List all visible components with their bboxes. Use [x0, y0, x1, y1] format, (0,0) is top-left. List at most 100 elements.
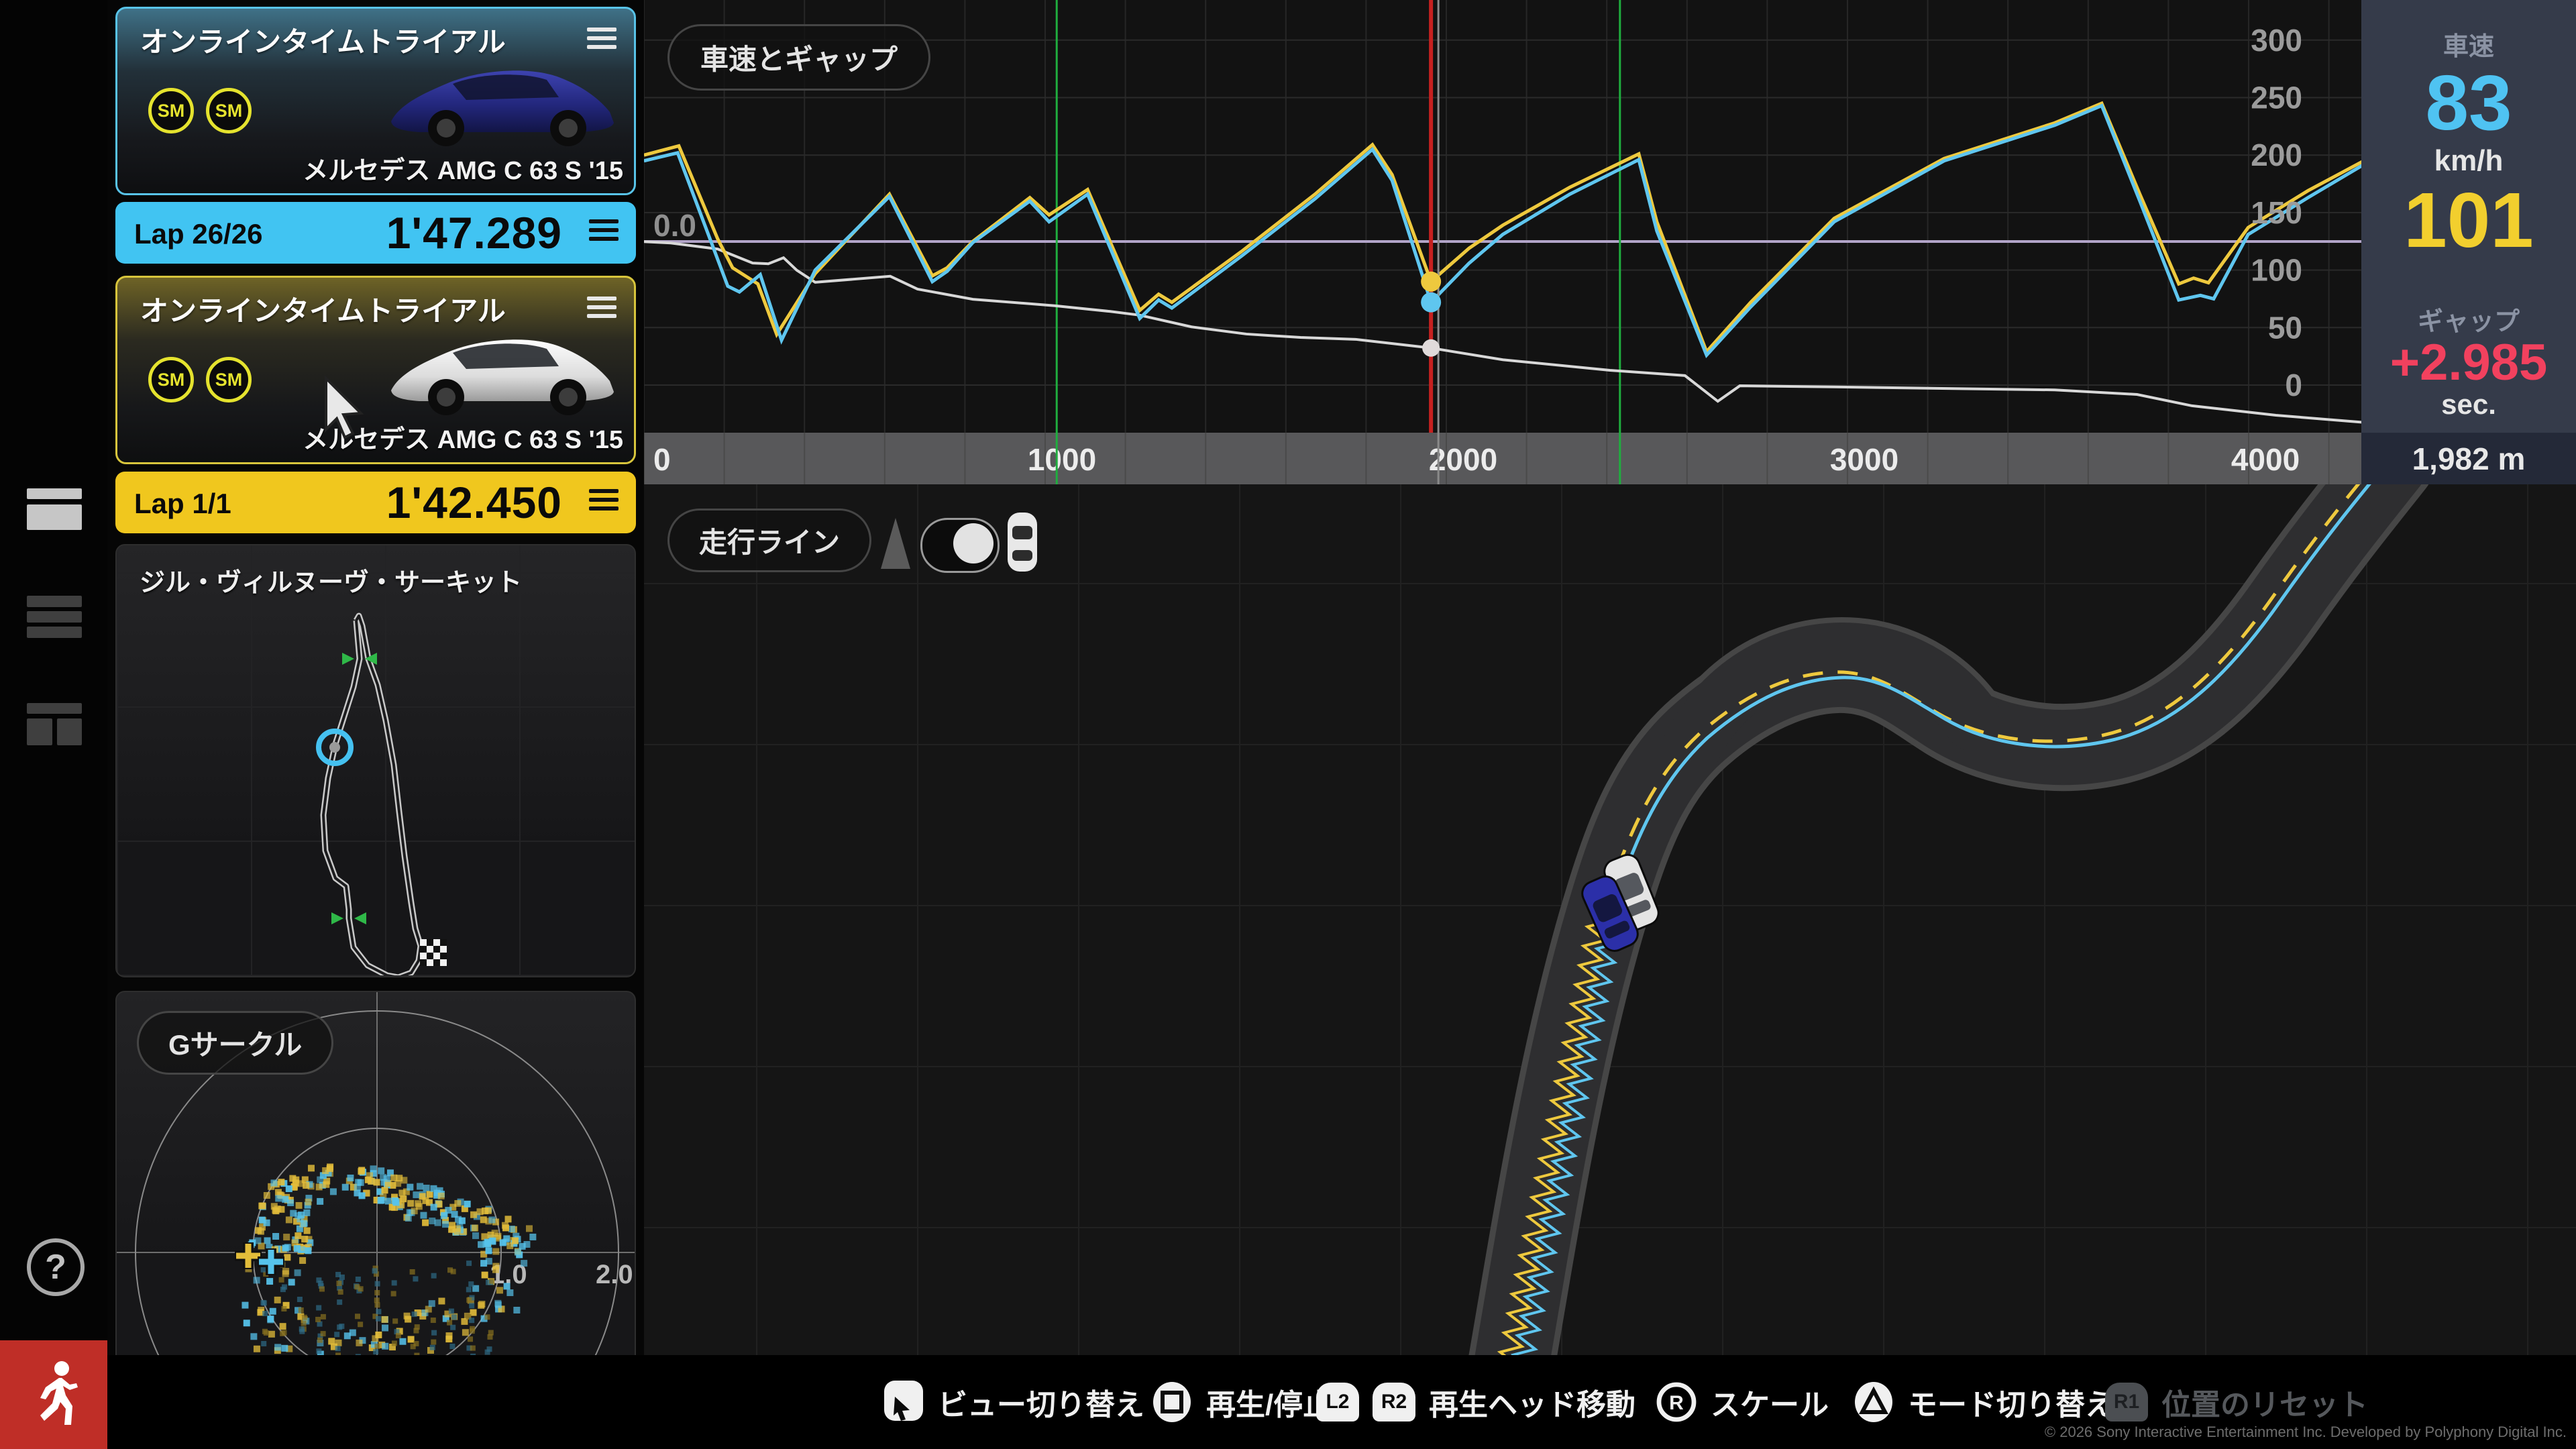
- speed-value-yellow: 101: [2361, 178, 2576, 264]
- g-point: [382, 1343, 388, 1350]
- g-point: [420, 1212, 427, 1219]
- sm-badge: SM: [206, 357, 252, 402]
- lap-menu-icon[interactable]: [589, 489, 619, 511]
- g-point: [289, 1175, 296, 1182]
- g-point: [464, 1201, 471, 1208]
- g-point: [449, 1222, 455, 1229]
- track-map: [117, 545, 637, 975]
- g-point: [472, 1232, 479, 1239]
- car-position-dot: [329, 742, 340, 753]
- gap-value: +2.985: [2361, 337, 2576, 388]
- g-point: [254, 1277, 260, 1283]
- g-point: [476, 1208, 483, 1215]
- g-point: [478, 1302, 484, 1309]
- g-point: [404, 1313, 411, 1320]
- g-point: [390, 1175, 397, 1181]
- g-trail-point: [336, 1281, 341, 1286]
- g-trail-point: [358, 1322, 363, 1327]
- y-tick-label: 200: [2251, 138, 2302, 172]
- g-trail-point: [484, 1314, 490, 1320]
- g-trail-point: [301, 1321, 307, 1326]
- g-point: [431, 1204, 437, 1211]
- lap-count: Lap 1/1: [134, 488, 231, 520]
- g-point: [526, 1225, 533, 1232]
- g-trail-point: [374, 1344, 380, 1349]
- g-point: [529, 1234, 536, 1240]
- lap-time: 1'42.450: [386, 477, 562, 528]
- lap-row-blue[interactable]: Lap 26/26 1'47.289: [115, 202, 636, 264]
- g-point: [411, 1208, 418, 1214]
- car-image-blue: [379, 41, 627, 162]
- g-point: [282, 1196, 288, 1203]
- g-trail-point: [374, 1290, 380, 1295]
- g-point: [492, 1263, 499, 1270]
- g-point: [284, 1254, 290, 1260]
- g-trail-point: [262, 1300, 267, 1305]
- track-outline-inner: [323, 616, 421, 975]
- g-point: [408, 1336, 415, 1343]
- g-trail-point: [281, 1306, 286, 1311]
- g-point: [264, 1192, 270, 1199]
- g-trail-point: [430, 1345, 435, 1350]
- left-sidebar: ?: [0, 0, 107, 1449]
- g-point: [272, 1208, 279, 1214]
- view-single-icon[interactable]: [27, 488, 82, 530]
- x-axis-strip[interactable]: [644, 433, 2361, 484]
- g-point: [400, 1195, 407, 1202]
- g-trail-point: [297, 1297, 303, 1302]
- g-trail-point: [315, 1317, 321, 1322]
- g-point: [503, 1235, 510, 1242]
- g-trail-point: [447, 1267, 453, 1273]
- g-trail-point: [488, 1334, 493, 1340]
- sm-badge: SM: [148, 88, 194, 133]
- g-trail-point: [431, 1330, 437, 1336]
- g-point: [286, 1185, 292, 1192]
- g-point: [488, 1216, 495, 1223]
- view-rows-icon[interactable]: [27, 596, 82, 638]
- g-point: [296, 1202, 303, 1209]
- lap-menu-icon[interactable]: [589, 219, 619, 241]
- g-trail-point: [392, 1318, 398, 1324]
- help-button[interactable]: ?: [27, 1238, 85, 1296]
- course-map[interactable]: [644, 484, 2576, 1355]
- g-trail-point: [411, 1344, 416, 1349]
- entry-card-blue[interactable]: オンラインタイムトライアル SM SM メルセデス AMG C 63 S '15: [115, 7, 636, 195]
- g-trail-point: [316, 1277, 321, 1283]
- g-point: [270, 1179, 277, 1186]
- g-point: [438, 1298, 445, 1305]
- legend-label: ビュー切り替え: [938, 1381, 1144, 1424]
- g-point: [275, 1195, 282, 1201]
- square-button-icon: [1151, 1381, 1193, 1423]
- legend-label: 再生/停止: [1206, 1381, 1332, 1424]
- racing-line-toggle[interactable]: [920, 518, 1000, 573]
- x-tick-label: 4000: [2231, 442, 2300, 477]
- lap-row-yellow[interactable]: Lap 1/1 1'42.450: [115, 472, 636, 533]
- g-trail-point: [262, 1311, 268, 1316]
- g-point: [442, 1221, 449, 1228]
- legend-touchpad: ビュー切り替え: [883, 1355, 1144, 1449]
- entry-card-yellow[interactable]: オンラインタイムトライアル SM SM メルセデス AMG C 63 S '15: [115, 276, 636, 464]
- exit-button[interactable]: [0, 1340, 107, 1449]
- g-point: [375, 1332, 382, 1338]
- view-split-icon[interactable]: [27, 703, 82, 745]
- g-point: [359, 1192, 366, 1199]
- g-point: [266, 1278, 273, 1285]
- g-trail-point: [468, 1281, 474, 1287]
- g-point: [294, 1232, 301, 1239]
- g-trail-point: [392, 1280, 397, 1285]
- runner-icon: [21, 1358, 86, 1432]
- car-name: メルセデス AMG C 63 S '15: [303, 150, 623, 186]
- g-trail-point: [375, 1281, 380, 1287]
- x-tick-label: 0: [653, 442, 671, 477]
- car-toggle-icon[interactable]: [1004, 510, 1041, 574]
- g-point: [398, 1190, 405, 1197]
- g-point: [496, 1287, 503, 1293]
- g-point: [308, 1165, 315, 1171]
- g-trail-point: [356, 1277, 361, 1282]
- g-point: [427, 1191, 433, 1197]
- y-tick-label: 150: [2251, 195, 2302, 230]
- g-point: [451, 1211, 458, 1218]
- distance-readout: 1,982 m: [2361, 433, 2576, 484]
- g-point: [462, 1329, 469, 1336]
- g-point: [513, 1307, 520, 1313]
